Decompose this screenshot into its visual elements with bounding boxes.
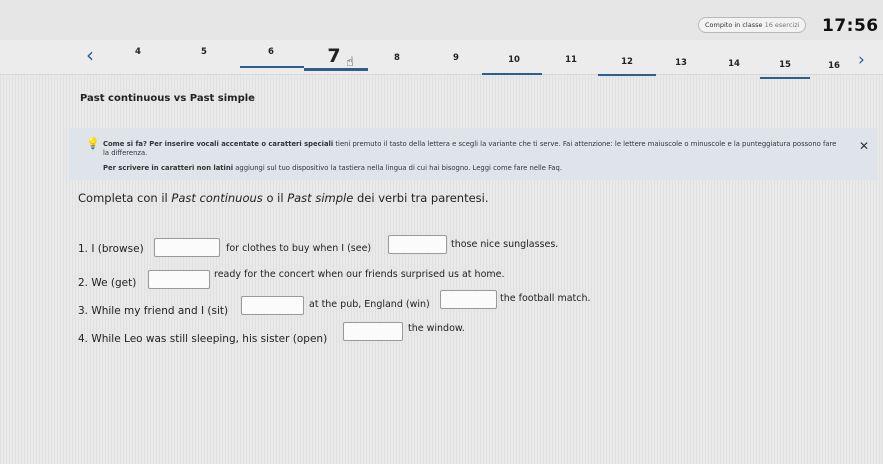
help-text-accents: Come si fa? Per inserire vocali accentat… bbox=[103, 140, 843, 157]
exercise-item-1-prompt: 1. I (browse) bbox=[78, 243, 144, 255]
exercise-pager: ‹ 4 5 6 7 8 9 10 11 12 13 14 15 16 › bbox=[0, 40, 883, 79]
page-4[interactable]: 4 bbox=[126, 47, 150, 57]
page-6[interactable]: 6 bbox=[259, 47, 283, 57]
exercise-item-3-end: the football match. bbox=[500, 293, 591, 304]
help-lead: Come si fa? Per inserire vocali accentat… bbox=[103, 140, 334, 148]
answer-input-1a[interactable] bbox=[154, 238, 220, 257]
answer-input-3b[interactable] bbox=[440, 290, 497, 309]
assignment-badge[interactable]: Compito in classe 16 esercizi bbox=[698, 17, 807, 33]
section-title: Past continuous vs Past simple bbox=[80, 93, 255, 104]
exercise-item-4-prompt: 4. While Leo was still sleeping, his sis… bbox=[78, 333, 328, 345]
answer-input-4[interactable] bbox=[343, 322, 403, 341]
instructions: Completa con il Past continuous o il Pas… bbox=[78, 191, 489, 205]
page-10[interactable]: 10 bbox=[502, 55, 526, 65]
exercise-item-2-prompt: 2. We (get) bbox=[78, 277, 137, 289]
assignment-count: 16 esercizi bbox=[764, 21, 800, 29]
top-bar: Compito in classe 16 esercizi 17:56 bbox=[0, 0, 883, 40]
instructions-emphasis-1: Past continuous bbox=[171, 191, 263, 205]
assignment-title: Compito in classe bbox=[705, 21, 763, 29]
chevron-left-icon[interactable]: ‹ bbox=[86, 43, 94, 67]
help-body-2: aggiungi sul tuo dispositivo la tastiera… bbox=[233, 164, 563, 172]
page-8[interactable]: 8 bbox=[385, 53, 409, 63]
page-11[interactable]: 11 bbox=[559, 55, 583, 65]
answer-input-1b[interactable] bbox=[388, 235, 447, 254]
exercise-item-2-text: ready for the concert when our friends s… bbox=[214, 269, 505, 280]
page-13[interactable]: 13 bbox=[669, 58, 693, 68]
current-page-underline bbox=[304, 68, 368, 71]
help-text-keyboards: Per scrivere in caratteri non latini agg… bbox=[103, 164, 843, 172]
lightbulb-icon: 💡 bbox=[86, 137, 100, 150]
timer: 17:56 bbox=[822, 16, 879, 36]
page-9[interactable]: 9 bbox=[444, 53, 468, 63]
chevron-right-icon[interactable]: › bbox=[858, 50, 865, 70]
page-15-underline bbox=[760, 77, 810, 79]
page-14[interactable]: 14 bbox=[722, 59, 746, 69]
exercise-item-4-end: the window. bbox=[408, 323, 465, 334]
help-panel: 💡 Come si fa? Per inserire vocali accent… bbox=[69, 128, 878, 180]
hand-pointer-icon: ☝ bbox=[346, 55, 354, 70]
exercise-item-1-end: those nice sunglasses. bbox=[451, 239, 559, 250]
instructions-part: Completa con il bbox=[78, 191, 172, 205]
page-15[interactable]: 15 bbox=[773, 60, 797, 70]
exercise-item-1-text: for clothes to buy when I (see) bbox=[226, 243, 372, 254]
exercise-item-3-prompt: 3. While my friend and I (sit) bbox=[78, 305, 229, 317]
page-6-underline bbox=[240, 66, 304, 68]
instructions-emphasis-2: Past simple bbox=[287, 191, 354, 205]
instructions-part: dei verbi tra parentesi. bbox=[353, 191, 489, 205]
page-12[interactable]: 12 bbox=[615, 57, 639, 67]
answer-input-2[interactable] bbox=[148, 270, 210, 289]
page-12-underline bbox=[598, 74, 656, 76]
page-5[interactable]: 5 bbox=[192, 47, 216, 57]
answer-input-3a[interactable] bbox=[241, 296, 304, 315]
page-10-underline bbox=[482, 73, 542, 75]
instructions-part: o il bbox=[262, 191, 288, 205]
exercise-item-3-text: at the pub, England (win) bbox=[309, 299, 430, 310]
help-lead-2: Per scrivere in caratteri non latini bbox=[103, 164, 234, 172]
page-16[interactable]: 16 bbox=[822, 61, 846, 71]
close-icon[interactable]: ✕ bbox=[859, 139, 869, 153]
page-7-current[interactable]: 7 bbox=[322, 45, 346, 67]
